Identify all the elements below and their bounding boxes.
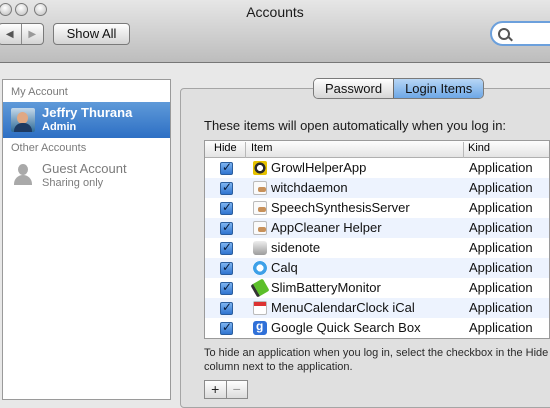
window-toolbar: Accounts ◀ ▶ Show All (0, 0, 550, 63)
table-header: Hide Item Kind (205, 141, 549, 158)
account-name: Jeffry Thurana (42, 105, 133, 120)
table-row[interactable]: SpeechSynthesisServer Application (205, 198, 549, 218)
accounts-sidebar: My Account Jeffry Thurana Admin Other Ac… (2, 79, 171, 400)
column-divider (463, 142, 464, 158)
column-divider (245, 142, 246, 158)
item-name: Calq (271, 260, 298, 275)
magnifier-icon (498, 28, 510, 40)
sidenote-icon (253, 241, 267, 255)
item-name: sidenote (271, 240, 321, 255)
login-items-table: Hide Item Kind GrowlHelperApp Applicatio… (204, 140, 550, 339)
hide-hint-text: To hide an application when you log in, … (204, 347, 549, 373)
table-row[interactable]: MenuCalendarClock iCal Application (205, 298, 549, 318)
table-row[interactable]: witchdaemon Application (205, 178, 549, 198)
item-kind: Application (469, 200, 533, 215)
growl-icon (253, 161, 267, 175)
account-name: Guest Account (42, 161, 127, 176)
column-header-hide[interactable]: Hide (214, 142, 237, 154)
tab-login-items[interactable]: Login Items (393, 79, 484, 98)
document-icon (253, 221, 267, 235)
calendar-icon (253, 301, 267, 315)
hide-checkbox[interactable] (220, 260, 233, 275)
item-name: SlimBatteryMonitor (271, 280, 381, 295)
item-name: MenuCalendarClock iCal (271, 300, 415, 315)
document-icon (253, 201, 267, 215)
item-kind: Application (469, 220, 533, 235)
item-name: GrowlHelperApp (271, 160, 367, 175)
table-row[interactable]: sidenote Application (205, 238, 549, 258)
document-icon (253, 181, 267, 195)
hide-checkbox[interactable] (220, 180, 233, 195)
account-role: Admin (42, 121, 77, 133)
item-kind: Application (469, 260, 533, 275)
hide-checkbox[interactable] (220, 220, 233, 235)
table-row[interactable]: SlimBatteryMonitor Application (205, 278, 549, 298)
show-all-button[interactable]: Show All (53, 23, 130, 45)
account-role: Sharing only (42, 177, 104, 189)
table-row[interactable]: Google Quick Search Box Application (205, 318, 549, 338)
other-accounts-heading: Other Accounts (11, 142, 87, 154)
back-arrow-icon[interactable]: ◀ (0, 24, 21, 44)
column-header-kind[interactable]: Kind (468, 142, 490, 154)
column-header-item[interactable]: Item (251, 142, 272, 154)
item-name: Google Quick Search Box (271, 320, 421, 335)
account-row-guest[interactable]: Guest Account Sharing only (3, 158, 170, 194)
hide-checkbox[interactable] (220, 320, 233, 335)
add-remove-control: + − (204, 380, 248, 399)
item-kind: Application (469, 240, 533, 255)
item-kind: Application (469, 160, 533, 175)
item-kind: Application (469, 320, 533, 335)
table-row[interactable]: GrowlHelperApp Application (205, 158, 549, 178)
hide-checkbox[interactable] (220, 300, 233, 315)
search-input[interactable] (490, 21, 550, 46)
forward-arrow-icon[interactable]: ▶ (20, 24, 44, 44)
item-kind: Application (469, 280, 533, 295)
guest-user-icon (13, 164, 33, 186)
hide-checkbox[interactable] (220, 200, 233, 215)
table-row[interactable]: Calq Application (205, 258, 549, 278)
window-title: Accounts (246, 4, 304, 20)
battery-icon (250, 278, 270, 298)
my-account-heading: My Account (11, 86, 68, 98)
item-name: SpeechSynthesisServer (271, 200, 410, 215)
hide-checkbox[interactable] (220, 280, 233, 295)
hide-checkbox[interactable] (220, 240, 233, 255)
back-forward-control: ◀ ▶ (0, 23, 44, 45)
calq-icon (253, 261, 267, 275)
table-row[interactable]: AppCleaner Helper Application (205, 218, 549, 238)
item-kind: Application (469, 300, 533, 315)
add-login-item-button[interactable]: + (205, 381, 226, 398)
item-kind: Application (469, 180, 533, 195)
hide-checkbox[interactable] (220, 160, 233, 175)
item-name: witchdaemon (271, 180, 348, 195)
google-icon (253, 319, 267, 335)
tab-bar: Password Login Items (313, 78, 485, 99)
item-name: AppCleaner Helper (271, 220, 382, 235)
login-items-intro: These items will open automatically when… (204, 118, 507, 133)
remove-login-item-button[interactable]: − (225, 381, 248, 398)
tab-password[interactable]: Password (314, 79, 394, 98)
account-row-jeffry[interactable]: Jeffry Thurana Admin (3, 102, 170, 138)
avatar (11, 108, 35, 132)
